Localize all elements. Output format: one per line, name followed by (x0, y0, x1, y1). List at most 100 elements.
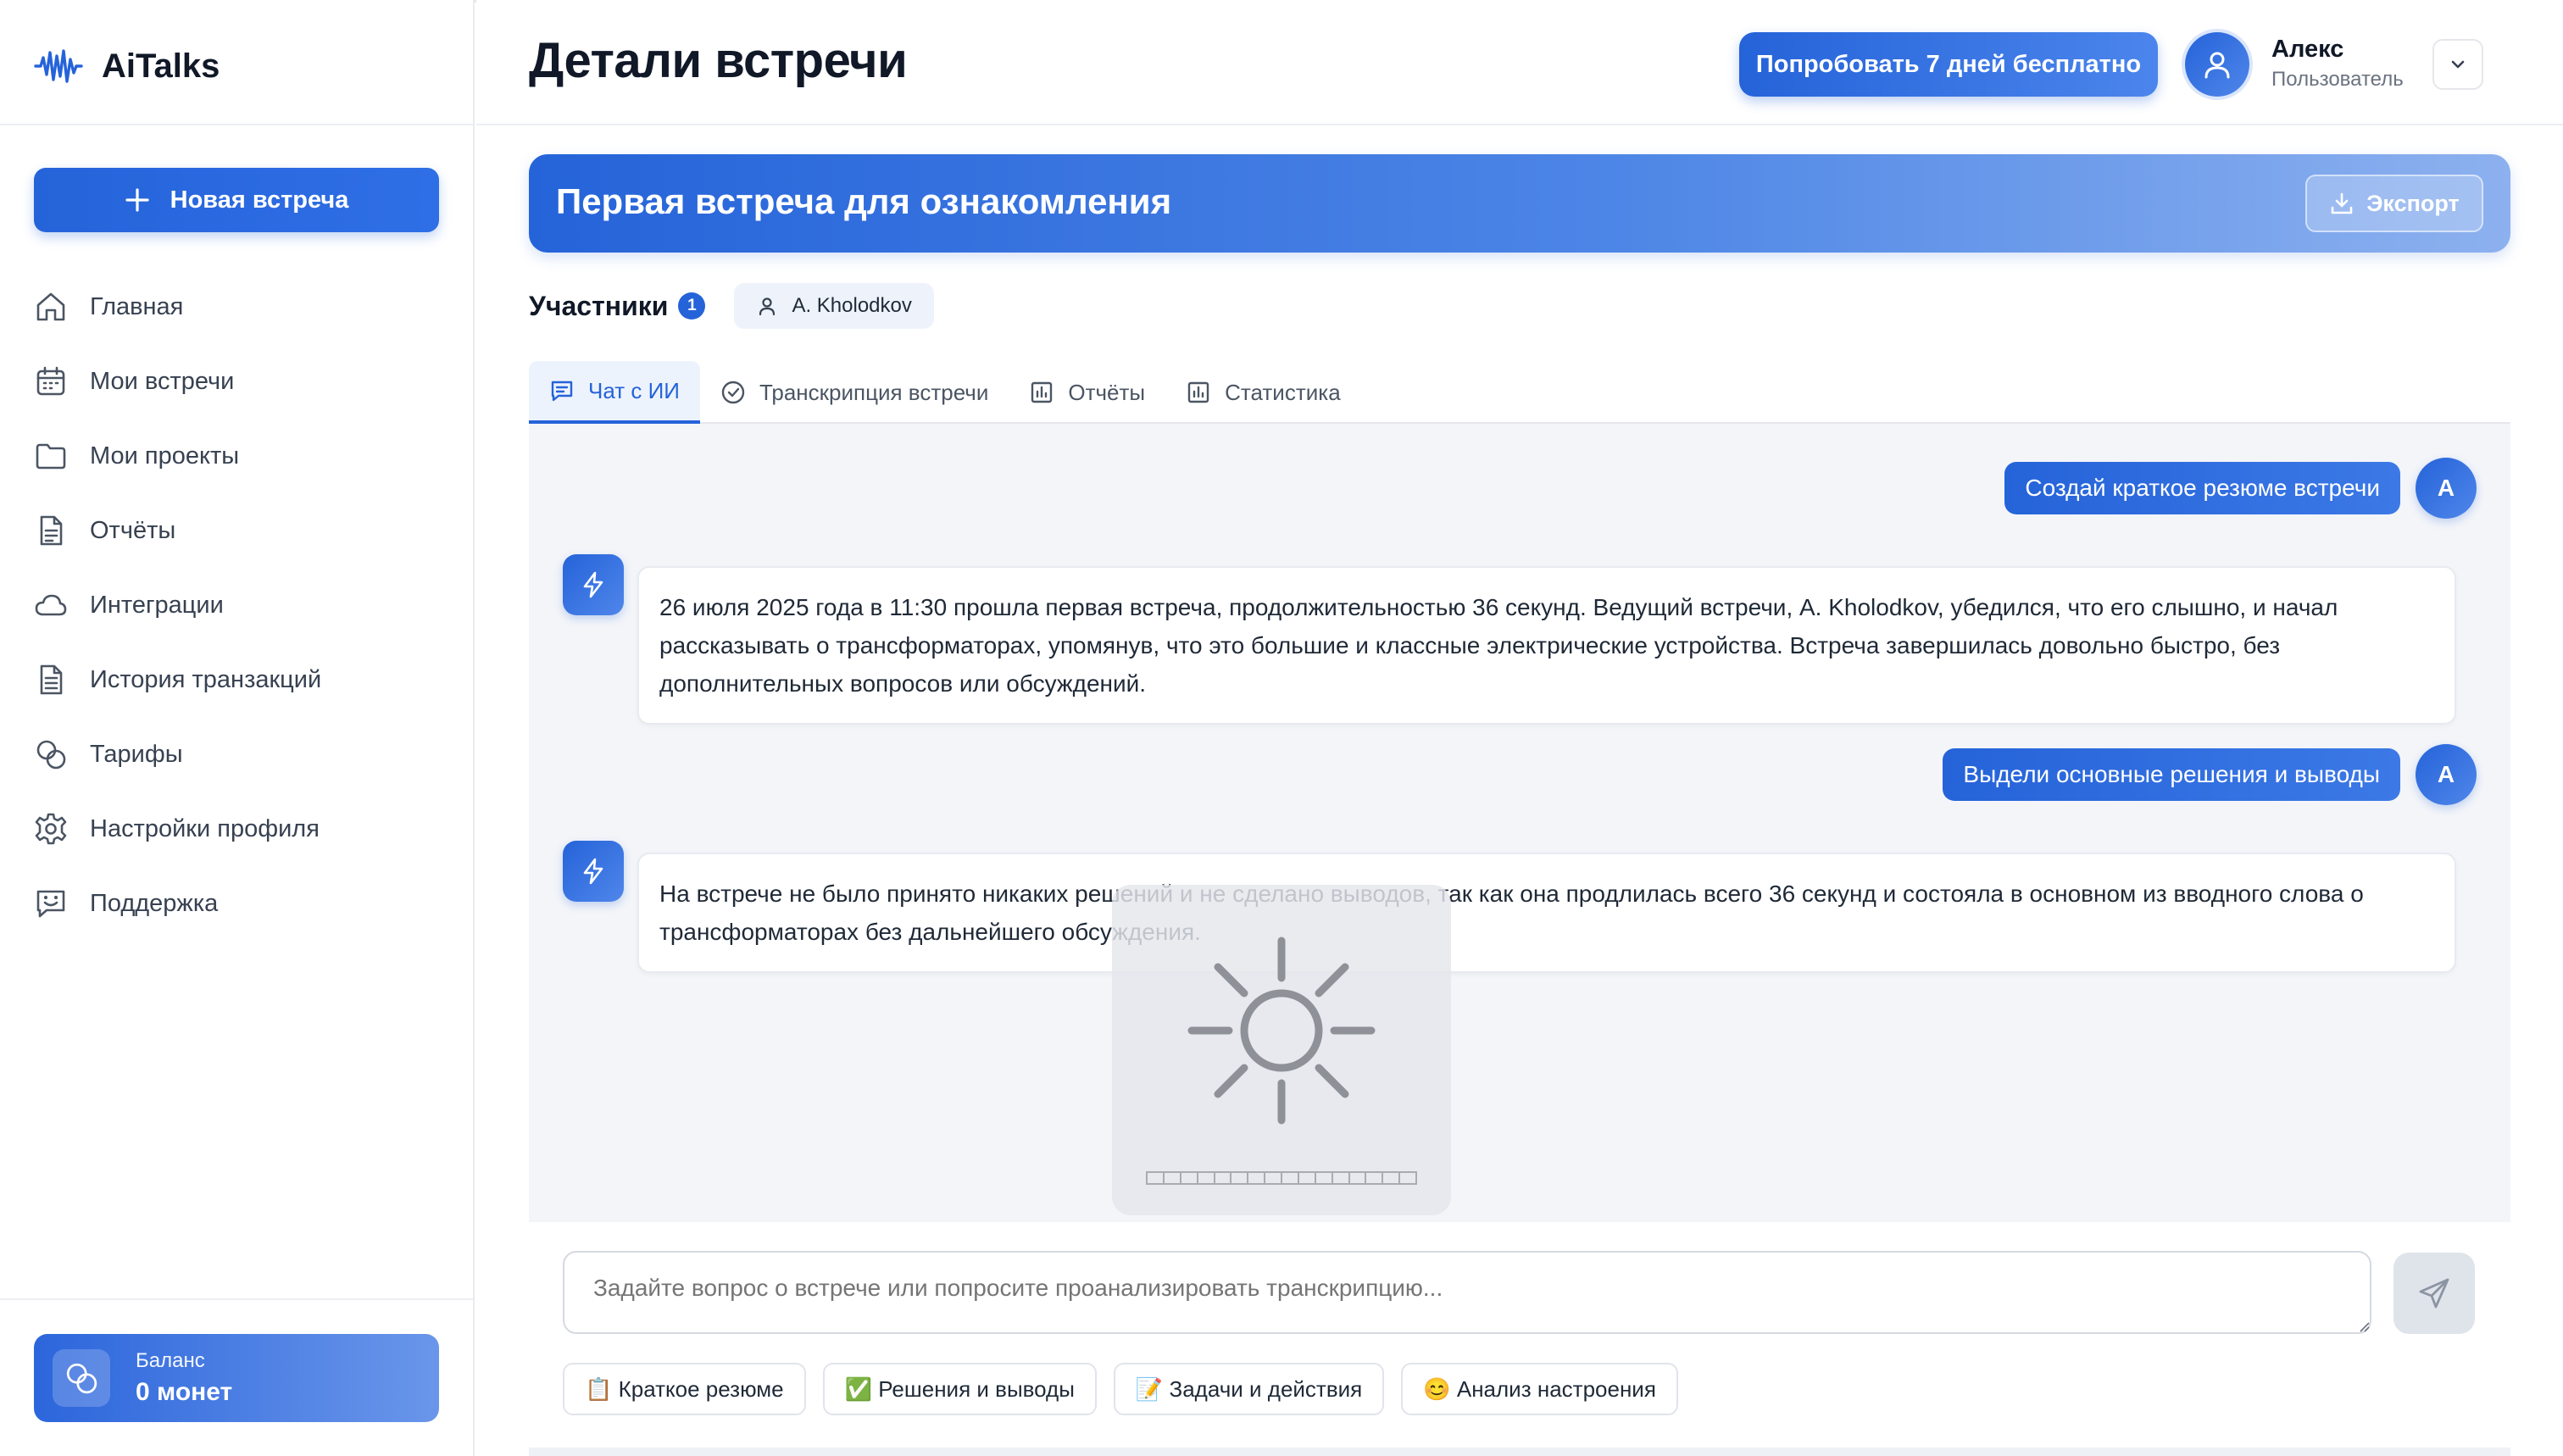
page-title: Детали встречи (529, 33, 908, 88)
bar-chart-icon (1186, 380, 1211, 405)
participants-row: Участники 1 A. Kholodkov (529, 283, 934, 329)
send-button[interactable] (2393, 1253, 2475, 1334)
sidebar-divider (0, 124, 473, 125)
sun-icon (1180, 929, 1383, 1132)
tab-label: Статистика (1225, 379, 1341, 405)
participant-chip[interactable]: A. Kholodkov (734, 283, 934, 329)
tab-label: Транскрипция встречи (759, 379, 989, 405)
user-role: Пользователь (2271, 68, 2404, 91)
cloud-icon (34, 588, 68, 622)
folder-icon (34, 439, 68, 473)
quick-action-tasks[interactable]: 📝 Задачи и действия (1113, 1363, 1385, 1415)
tab-transcription[interactable]: Транскрипция встречи (700, 361, 1009, 424)
ai-message-bubble: На встрече не было принято никаких решен… (637, 853, 2456, 973)
calendar-icon (34, 364, 68, 398)
tab-reports[interactable]: Отчёты (1009, 361, 1165, 424)
user-name: Алекс (2271, 36, 2344, 63)
quick-action-decisions[interactable]: ✅ Решения и выводы (822, 1363, 1097, 1415)
sidebar: AiTalks Новая встреча Главная Мои встреч… (0, 0, 475, 1456)
meeting-banner: Первая встреча для ознакомления Экспорт (529, 154, 2510, 253)
sidebar-item-label: История транзакций (90, 665, 322, 693)
sidebar-item-transactions[interactable]: История транзакций (34, 642, 441, 717)
ai-avatar (563, 554, 624, 615)
sidebar-item-projects[interactable]: Мои проекты (34, 419, 441, 493)
meeting-title: Первая встреча для ознакомления (556, 181, 1172, 221)
sidebar-item-tariffs[interactable]: Тарифы (34, 717, 441, 792)
header: Детали встречи Попробовать 7 дней беспла… (476, 0, 2563, 125)
tab-ai-chat[interactable]: Чат с ИИ (529, 361, 700, 424)
export-button[interactable]: Экспорт (2305, 175, 2483, 232)
app-name: AiTalks (102, 47, 220, 85)
free-trial-button[interactable]: Попробовать 7 дней бесплатно (1739, 32, 2158, 97)
avatar[interactable] (2185, 32, 2249, 97)
app-logo[interactable]: AiTalks (34, 41, 220, 92)
gear-icon (34, 812, 68, 846)
send-icon (2417, 1276, 2451, 1310)
home-icon (34, 290, 68, 324)
user-message-bubble: Выдели основные решения и выводы (1943, 748, 2400, 801)
chat-message-user: Выдели основные решения и выводы A (1943, 744, 2477, 805)
receipt-icon (34, 663, 68, 697)
avatar: A (2416, 744, 2477, 805)
tab-label: Чат с ИИ (588, 377, 680, 403)
participants-label: Участники (529, 290, 669, 321)
participant-name: A. Kholodkov (792, 294, 912, 317)
sidebar-item-profile-settings[interactable]: Настройки профиля (34, 792, 441, 866)
user-icon (756, 295, 778, 317)
user-message-bubble: Создай краткое резюме встречи (2004, 462, 2400, 514)
chat-smile-icon (34, 886, 68, 920)
sidebar-nav: Главная Мои встречи Мои проекты Отчёты И… (34, 270, 441, 941)
plus-icon (125, 187, 150, 213)
sidebar-item-label: Главная (90, 292, 184, 320)
loading-progress-bar (1146, 1171, 1417, 1185)
quick-action-summary[interactable]: 📋 Краткое резюме (563, 1363, 806, 1415)
lightning-icon (579, 857, 608, 886)
sidebar-divider (0, 1298, 473, 1300)
bar-chart-icon (1029, 380, 1054, 405)
chat-message-ai: На встрече не было принято никаких решен… (563, 841, 2456, 973)
chat-message-user: Создай краткое резюме встречи A (2004, 458, 2477, 519)
download-icon (2329, 191, 2355, 216)
chat-input[interactable] (563, 1251, 2371, 1334)
chat-composer: 📋 Краткое резюме ✅ Решения и выводы 📝 За… (529, 1222, 2510, 1456)
sidebar-item-home[interactable]: Главная (34, 270, 441, 344)
sidebar-item-label: Отчёты (90, 516, 176, 544)
resize-handle-icon[interactable] (2358, 1320, 2370, 1332)
chevron-down-icon (2448, 54, 2468, 75)
quick-actions: 📋 Краткое резюме ✅ Решения и выводы 📝 За… (563, 1363, 1678, 1415)
sidebar-item-label: Мои встречи (90, 367, 235, 395)
sidebar-item-label: Интеграции (90, 591, 224, 619)
coins-icon (34, 737, 68, 771)
balance-value: 0 монет (136, 1378, 233, 1406)
sidebar-item-label: Поддержка (90, 889, 219, 917)
tab-statistics[interactable]: Статистика (1165, 361, 1361, 424)
lightning-icon (579, 570, 608, 599)
new-meeting-label: Новая встреча (170, 186, 349, 214)
sidebar-item-label: Настройки профиля (90, 814, 320, 842)
sidebar-item-meetings[interactable]: Мои встречи (34, 344, 441, 419)
avatar: A (2416, 458, 2477, 519)
balance-label: Баланс (136, 1349, 205, 1372)
sidebar-item-reports[interactable]: Отчёты (34, 493, 441, 568)
sidebar-item-label: Тарифы (90, 740, 183, 768)
quick-action-sentiment[interactable]: 😊 Анализ настроения (1401, 1363, 1678, 1415)
sidebar-item-support[interactable]: Поддержка (34, 866, 441, 941)
ai-avatar (563, 841, 624, 902)
chat-icon (549, 378, 575, 403)
sidebar-item-integrations[interactable]: Интеграции (34, 568, 441, 642)
chat-area[interactable]: Создай краткое резюме встречи A 26 июля … (529, 424, 2510, 1222)
chat-message-ai: 26 июля 2025 года в 11:30 прошла первая … (563, 554, 2456, 725)
document-icon (34, 514, 68, 547)
composer-bottom-strip (529, 1448, 2510, 1456)
user-menu-toggle[interactable] (2432, 39, 2483, 90)
new-meeting-button[interactable]: Новая встреча (34, 168, 439, 232)
tab-label: Отчёты (1068, 379, 1146, 405)
user-icon (2200, 47, 2234, 81)
ai-message-bubble: 26 июля 2025 года в 11:30 прошла первая … (637, 566, 2456, 725)
sound-wave-icon (34, 47, 83, 85)
sidebar-item-label: Мои проекты (90, 442, 240, 470)
balance-card[interactable]: Баланс 0 монет (34, 1334, 439, 1422)
meeting-tabs: Чат с ИИ Транскрипция встречи Отчёты Ста… (529, 361, 2510, 424)
coins-icon (53, 1349, 110, 1407)
check-circle-icon (720, 380, 746, 405)
